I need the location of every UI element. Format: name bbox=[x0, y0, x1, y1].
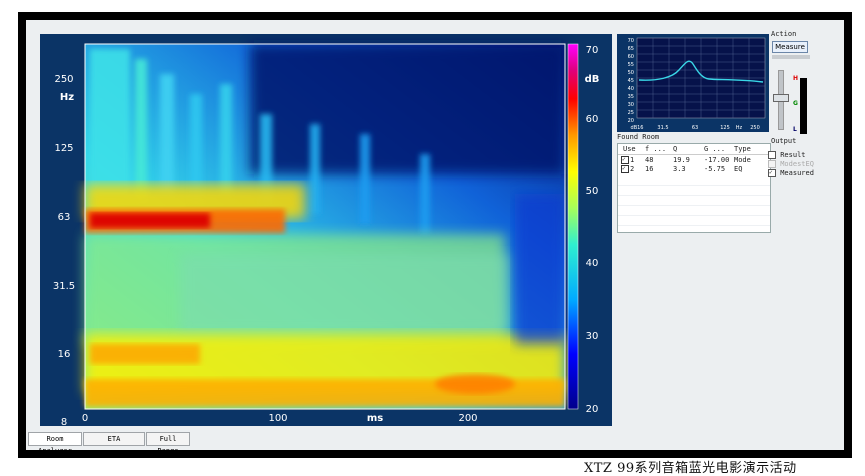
watermark-caption: XTZ 99系列音箱蓝光电影演示活动 bbox=[584, 461, 797, 476]
found-room-table: Use f ... Q G ... Type ✓ 1 48 19.9 -17.0… bbox=[617, 143, 771, 233]
cell-gain: -17.00 bbox=[704, 156, 730, 164]
colorbar-tick-label: 40 bbox=[586, 258, 599, 269]
output-level-meter bbox=[800, 78, 807, 134]
cell-type: EQ bbox=[734, 165, 743, 173]
mini-x-tick: 250 bbox=[750, 125, 760, 131]
cell-q: 3.3 bbox=[673, 165, 686, 173]
checkbox[interactable] bbox=[768, 151, 776, 159]
mini-y-tick: 65 bbox=[628, 46, 634, 52]
cell-gain: -5.75 bbox=[704, 165, 726, 173]
mini-y-tick: 70 bbox=[628, 38, 634, 44]
y-tick-label: 250 bbox=[54, 74, 73, 85]
option-label: ModestEQ bbox=[780, 160, 814, 168]
output-label: Output bbox=[771, 137, 797, 145]
checkbox[interactable] bbox=[768, 160, 776, 168]
option-label: Result bbox=[780, 151, 806, 159]
bottom-tabs: Room Analyzer ETA Full Range bbox=[26, 430, 844, 455]
colorbar-unit-label: dB bbox=[585, 74, 600, 85]
mini-y-tick: 40 bbox=[628, 86, 634, 92]
found-room-title: Found Room bbox=[617, 133, 660, 141]
colorbar-tick-label: 30 bbox=[586, 331, 599, 342]
y-tick-label: 8 bbox=[61, 417, 67, 426]
mini-y-tick: 30 bbox=[628, 102, 634, 108]
mini-y-tick: 35 bbox=[628, 94, 634, 100]
cell-frequency: 48 bbox=[645, 156, 654, 164]
column-header[interactable]: f ... bbox=[645, 145, 666, 153]
table-row[interactable]: ✓ 1 48 19.9 -17.00 Mode bbox=[618, 156, 770, 165]
frequency-response-svg: 70 65 60 55 50 45 40 35 30 25 20 dB16 31… bbox=[628, 37, 766, 131]
cell-type: Mode bbox=[734, 156, 751, 164]
y-tick-label: 125 bbox=[54, 143, 73, 154]
tab-full-range[interactable]: Full Range bbox=[146, 432, 190, 455]
y-tick-label: 16 bbox=[58, 349, 71, 360]
meter-label-good: G bbox=[793, 100, 798, 107]
meter-label-high: H bbox=[793, 75, 799, 82]
mini-y-tick: 60 bbox=[628, 54, 634, 60]
checkbox-checked[interactable]: ✓ bbox=[768, 169, 776, 177]
app-content: 250 Hz 125 63 31.5 16 8 0 100 200 ms 70 … bbox=[26, 20, 844, 455]
y-unit-label: Hz bbox=[60, 92, 74, 103]
colorbar-tick-label: 60 bbox=[586, 114, 599, 125]
x-tick-label: 200 bbox=[458, 413, 477, 424]
colorbar-tick-label: 20 bbox=[586, 404, 599, 415]
option-modesteq[interactable]: ModestEQ bbox=[768, 160, 814, 168]
row-index: 2 bbox=[630, 165, 635, 173]
output-slider-thumb[interactable] bbox=[773, 94, 789, 102]
use-checkbox[interactable]: ✓ bbox=[621, 165, 629, 173]
mini-x-unit: Hz bbox=[736, 125, 743, 131]
option-measured[interactable]: ✓ Measured bbox=[768, 169, 814, 177]
mini-x-tick: 31.5 bbox=[657, 125, 668, 131]
column-header[interactable]: G ... bbox=[704, 145, 725, 153]
spectrogram-x-axis: 0 100 200 ms bbox=[82, 413, 478, 424]
colorbar-tick-label: 50 bbox=[586, 186, 599, 197]
spectrogram-y-axis: 250 Hz 125 63 31.5 16 8 bbox=[53, 74, 75, 428]
y-tick-label: 31.5 bbox=[53, 281, 75, 292]
tab-room-analyzer[interactable]: Room Analyzer bbox=[28, 432, 82, 455]
frequency-response-panel: 70 65 60 55 50 45 40 35 30 25 20 dB16 31… bbox=[617, 34, 769, 132]
action-label: Action bbox=[771, 30, 797, 38]
mini-y-tick: 45 bbox=[628, 78, 634, 84]
colorbar-tick-label: 70 bbox=[586, 45, 599, 56]
cell-frequency: 16 bbox=[645, 165, 654, 173]
column-header[interactable]: Type bbox=[734, 145, 751, 153]
table-header: Use f ... Q G ... Type bbox=[618, 144, 770, 155]
mini-x-tick: 125 bbox=[720, 125, 730, 131]
mini-y-tick: 55 bbox=[628, 62, 634, 68]
progress-bar bbox=[772, 55, 810, 59]
spectrogram-svg: 250 Hz 125 63 31.5 16 8 0 100 200 ms 70 … bbox=[53, 43, 600, 428]
tab-eta[interactable]: ETA bbox=[83, 432, 145, 446]
mini-y-tick: 50 bbox=[628, 70, 634, 76]
measure-button[interactable]: Measure bbox=[772, 41, 808, 53]
app-window-frame: 250 Hz 125 63 31.5 16 8 0 100 200 ms 70 … bbox=[18, 12, 852, 458]
column-header[interactable]: Q bbox=[673, 145, 677, 153]
row-index: 1 bbox=[630, 156, 635, 164]
x-tick-label: 100 bbox=[268, 413, 287, 424]
table-row[interactable]: ✓ 2 16 3.3 -5.75 EQ bbox=[618, 165, 770, 174]
option-label: Measured bbox=[780, 169, 814, 177]
x-tick-label: 0 bbox=[82, 413, 88, 424]
table-empty-rows bbox=[618, 176, 770, 232]
mini-y-tick: 20 bbox=[628, 118, 634, 124]
mini-y-tick: 25 bbox=[628, 110, 634, 116]
spectrogram-heatmap bbox=[84, 43, 566, 410]
x-unit-label: ms bbox=[367, 413, 383, 424]
option-result[interactable]: Result bbox=[768, 151, 806, 159]
y-tick-label: 63 bbox=[58, 212, 71, 223]
spectrogram-panel: 250 Hz 125 63 31.5 16 8 0 100 200 ms 70 … bbox=[40, 34, 612, 428]
use-checkbox[interactable]: ✓ bbox=[621, 156, 629, 164]
meter-label-low: L bbox=[793, 126, 797, 133]
column-header[interactable]: Use bbox=[623, 145, 636, 153]
colorbar: 70 dB 60 50 40 30 20 bbox=[567, 43, 600, 415]
mini-x-tick: 63 bbox=[692, 125, 698, 131]
cell-q: 19.9 bbox=[673, 156, 690, 164]
mini-x-tick: dB16 bbox=[631, 125, 644, 131]
